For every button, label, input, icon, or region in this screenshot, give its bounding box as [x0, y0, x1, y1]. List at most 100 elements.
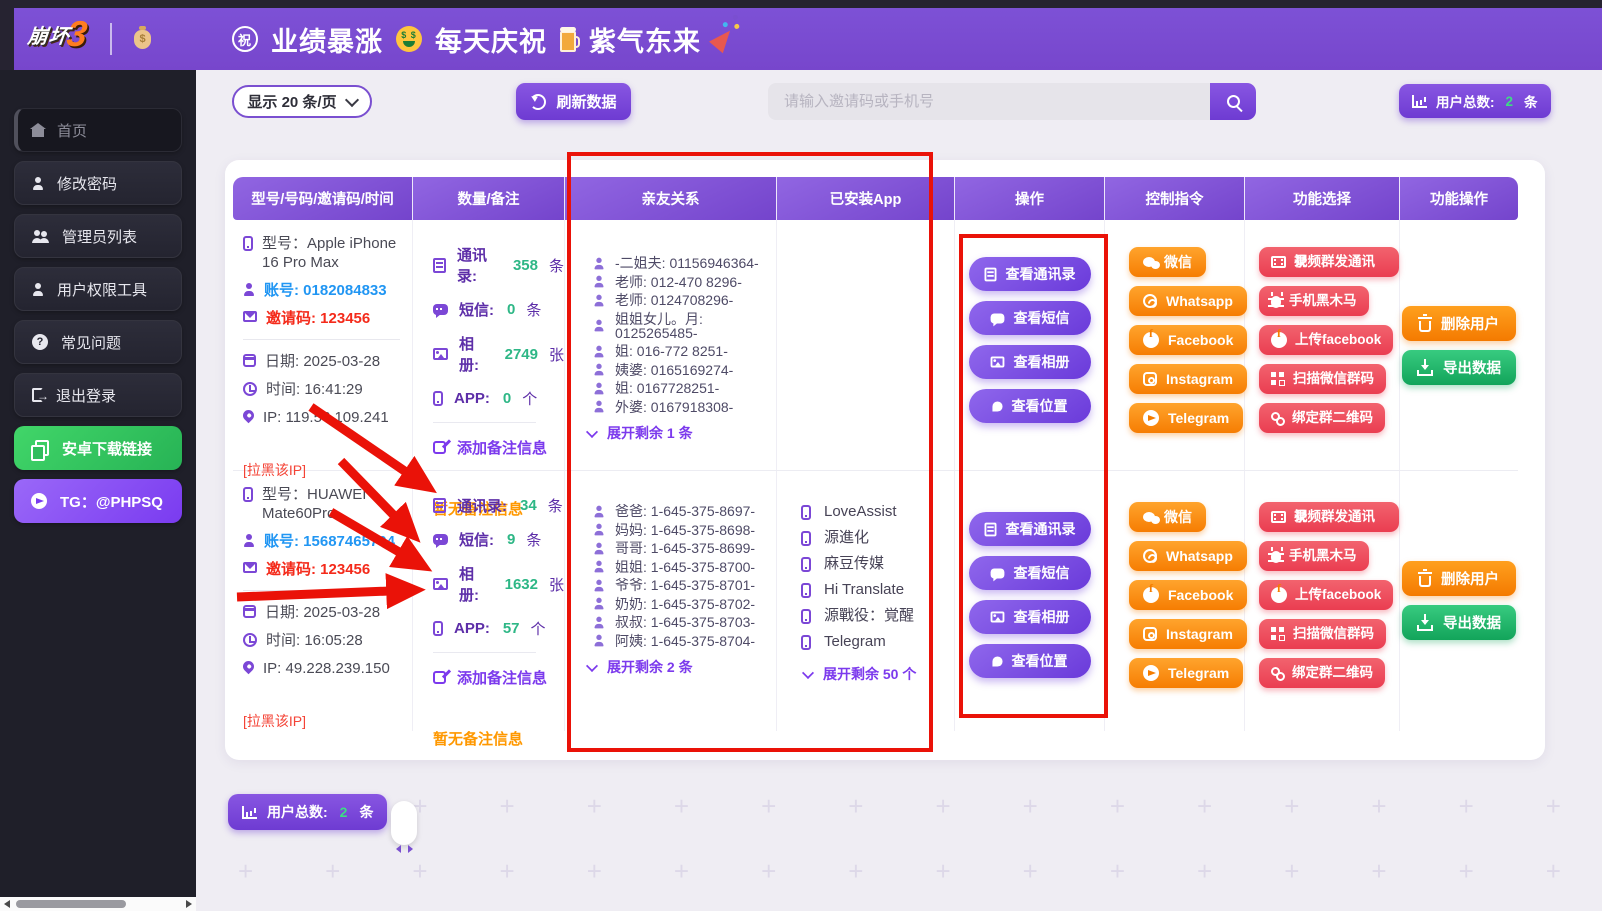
pager-next-arrow[interactable] [408, 845, 413, 853]
chevron-down-icon [586, 659, 598, 671]
view-sms-button[interactable]: 查看短信 [969, 556, 1091, 590]
facebook-button[interactable]: Facebook [1129, 580, 1247, 610]
counts-cell: 通讯录: 34 条 短信: 9 条 相册: 1632 张 [413, 471, 565, 731]
search-input[interactable] [768, 83, 1210, 120]
facebook-icon [1143, 332, 1159, 348]
phone-trojan-button[interactable]: 手机黑木马 [1259, 541, 1369, 571]
refresh-data-button[interactable]: 刷新数据 [516, 83, 631, 120]
expand-contacts-link[interactable]: 展开剩余 2 条 [587, 657, 776, 677]
telegram-icon [1143, 665, 1159, 681]
facebook-button[interactable]: Facebook [1129, 325, 1247, 355]
sidebar-item-logout[interactable]: 退出登录 [14, 373, 182, 417]
bind-group-qr-button[interactable]: 绑定群二维码 [1259, 403, 1385, 433]
envelope-icon [243, 562, 257, 573]
view-photos-button[interactable]: 查看相册 [969, 345, 1091, 379]
view-location-button[interactable]: 查看位置 [969, 389, 1091, 423]
telegram-button[interactable]: Telegram [1129, 658, 1243, 688]
view-contacts-button[interactable]: 查看通讯录 [969, 512, 1091, 546]
sidebar-item-user-permission[interactable]: 用户权限工具 [14, 267, 182, 311]
bind-group-qr-button[interactable]: 绑定群二维码 [1259, 658, 1385, 688]
chevron-down-icon [345, 92, 359, 106]
sidebar-item-label: 首页 [57, 120, 87, 141]
phone-trojan-button[interactable]: 手机黑木马 [1259, 286, 1369, 316]
download-icon [1417, 625, 1433, 631]
contact-person-icon [594, 345, 605, 357]
wechat-button[interactable]: 微信 [1129, 502, 1206, 532]
location-pin-icon [241, 659, 257, 675]
time-value: 16:05:28 [304, 632, 362, 649]
bug-icon [1271, 296, 1281, 308]
sms-count: 0 [507, 301, 515, 318]
upload-facebook-button[interactable]: 上传facebook [1259, 580, 1393, 610]
scrollbar-thumb[interactable] [16, 900, 126, 908]
video-broadcast-button[interactable]: 视频群发通讯录 [1259, 502, 1399, 532]
logo-text: 崩坏 [26, 20, 71, 49]
blacklist-ip-link[interactable]: [拉黑该IP] [243, 711, 306, 731]
video-broadcast-button[interactable]: 视频群发通讯录 [1259, 247, 1399, 277]
telegram-icon [1143, 410, 1159, 426]
export-data-button[interactable]: 导出数据 [1402, 605, 1516, 640]
header-divider [110, 23, 112, 55]
app-logo: 崩坏3 [26, 14, 89, 54]
contact-person-icon [594, 524, 605, 536]
search-bar [768, 83, 1256, 120]
expand-apps-link[interactable]: 展开剩余 50 个 [803, 664, 954, 684]
scan-wechat-qr-button[interactable]: 扫描微信群码 [1259, 619, 1386, 649]
phone-icon [243, 236, 253, 251]
user-total-value: 2 [340, 804, 348, 820]
divider [243, 339, 400, 340]
sidebar-item-faq[interactable]: 常见问题 [14, 320, 182, 364]
sidebar-item-admin-list[interactable]: 管理员列表 [14, 214, 182, 258]
film-icon [1271, 256, 1286, 268]
instagram-button[interactable]: Instagram [1129, 364, 1247, 394]
view-sms-button[interactable]: 查看短信 [969, 301, 1091, 335]
contact-item: 爸爸: 1-645-375-8697- [593, 504, 776, 518]
instagram-button[interactable]: Instagram [1129, 619, 1247, 649]
upload-facebook-button[interactable]: 上传facebook [1259, 325, 1393, 355]
envelope-icon [243, 311, 257, 322]
whatsapp-icon [1143, 294, 1157, 308]
col-header-apps: 已安装App [777, 177, 955, 220]
view-location-button[interactable]: 查看位置 [969, 644, 1091, 678]
contact-person-icon [594, 635, 605, 647]
telegram-contact-button[interactable]: TG：@PHPSQ [14, 479, 182, 523]
whatsapp-button[interactable]: Whatsapp [1129, 541, 1247, 571]
delete-user-button[interactable]: 删除用户 [1402, 306, 1516, 341]
app-item: Hi Translate [801, 582, 954, 598]
scrollbar-left-arrow[interactable] [4, 900, 10, 908]
contact-person-icon [594, 579, 605, 591]
apps-count: 0 [503, 390, 511, 407]
calendar-icon [243, 354, 256, 367]
export-data-button[interactable]: 导出数据 [1402, 350, 1516, 385]
sidebar-item-change-password[interactable]: 修改密码 [14, 161, 182, 205]
expand-contacts-link[interactable]: 展开剩余 1 条 [587, 423, 776, 443]
photos-icon [990, 356, 1004, 367]
app-icon [801, 531, 811, 546]
whatsapp-button[interactable]: Whatsapp [1129, 286, 1247, 316]
pager-pill[interactable] [391, 801, 417, 845]
contact-person-icon [594, 364, 605, 376]
view-contacts-button[interactable]: 查看通讯录 [969, 257, 1091, 291]
download-icon [1417, 370, 1433, 376]
contact-item: 爷爷: 1-645-375-8701- [593, 578, 776, 592]
page-size-select[interactable]: 显示 20 条/页 [232, 85, 372, 118]
delete-user-button[interactable]: 删除用户 [1402, 561, 1516, 596]
scan-wechat-qr-button[interactable]: 扫描微信群码 [1259, 364, 1386, 394]
search-button[interactable] [1210, 83, 1256, 120]
congrats-icon [232, 26, 258, 52]
add-note-link[interactable]: 添加备注信息 [433, 667, 564, 688]
pager-prev-arrow[interactable] [396, 845, 401, 853]
view-photos-button[interactable]: 查看相册 [969, 600, 1091, 634]
wechat-button[interactable]: 微信 [1129, 247, 1206, 277]
contact-person-icon [594, 505, 605, 517]
contact-person-icon [594, 561, 605, 573]
sidebar-item-home[interactable]: 首页 [14, 108, 182, 152]
address-book-icon [433, 498, 446, 513]
scrollbar-right-arrow[interactable] [186, 900, 192, 908]
date-value: 2025-03-28 [303, 604, 380, 621]
add-note-link[interactable]: 添加备注信息 [433, 437, 564, 458]
main-content: ++++++++++++++++ ++++++++++++++++ ++++++… [196, 70, 1602, 911]
trash-icon [1419, 321, 1431, 332]
android-download-button[interactable]: 安卓下载链接 [14, 426, 182, 470]
telegram-button[interactable]: Telegram [1129, 403, 1243, 433]
